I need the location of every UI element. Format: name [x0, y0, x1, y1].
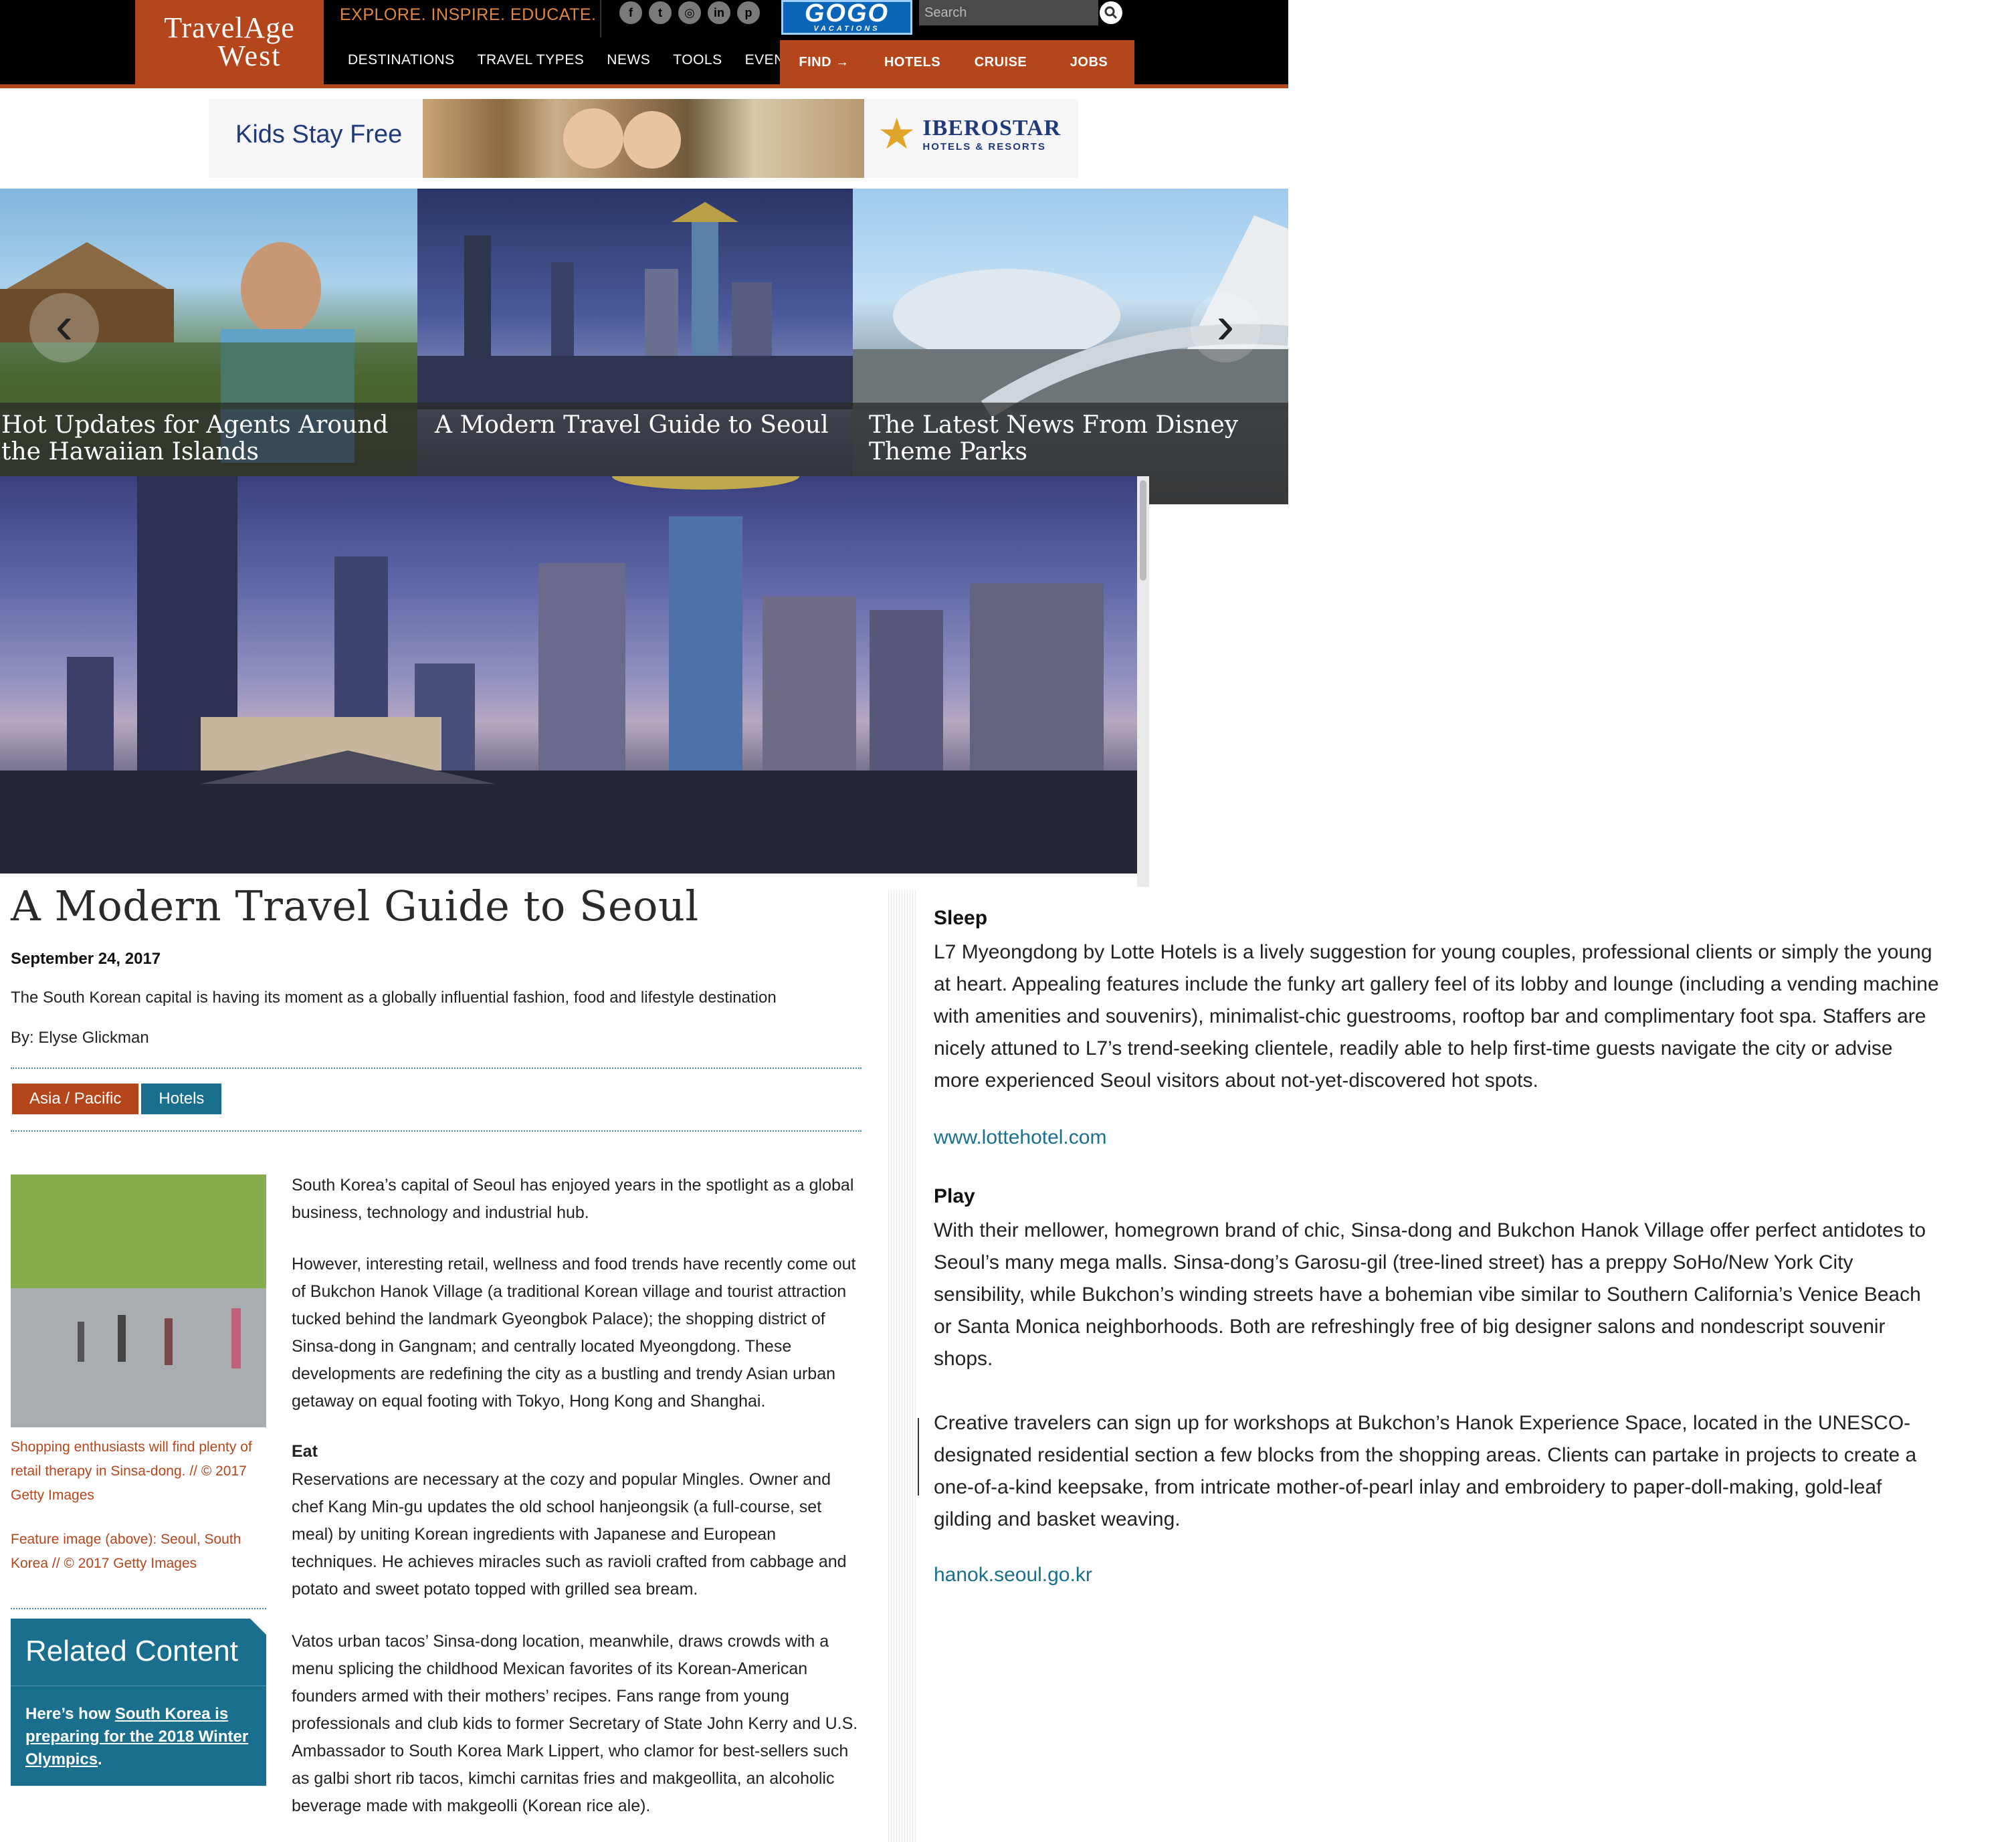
find-jobs[interactable]: JOBS — [1045, 55, 1133, 70]
divider — [11, 1608, 266, 1609]
find-bar: FIND → HOTELS CRUISE JOBS — [780, 40, 1134, 84]
ad-kid — [563, 108, 623, 169]
ad-headline: Kids Stay Free — [235, 120, 403, 148]
related-prefix: Here’s how — [25, 1705, 115, 1723]
section-heading-play: Play — [934, 1185, 975, 1207]
related-divider — [11, 1685, 266, 1686]
divider — [11, 1067, 862, 1069]
site-logo[interactable]: TravelAge West — [135, 0, 324, 84]
tag-asia-pacific[interactable]: Asia / Pacific — [12, 1084, 139, 1114]
hanok-link[interactable]: hanok.seoul.go.kr — [934, 1564, 1092, 1587]
feature-scrollbar[interactable] — [1137, 476, 1149, 887]
sponsor-name: GOGO — [804, 0, 890, 27]
feature-skyline — [0, 476, 1137, 874]
nav-news[interactable]: NEWS — [607, 52, 650, 68]
article-paragraph: However, interesting retail, wellness an… — [292, 1255, 856, 1411]
header-divider — [600, 0, 601, 37]
sponsor-logo[interactable]: GOGO VACATIONS — [781, 0, 912, 35]
article-title: A Modern Travel Guide to Seoul — [11, 882, 699, 930]
carousel-next-button[interactable]: › — [1191, 293, 1260, 363]
site-tagline: EXPLORE. INSPIRE. EDUCATE. — [340, 5, 597, 24]
article-paragraph: South Korea’s capital of Seoul has enjoy… — [292, 1176, 854, 1222]
search-input[interactable] — [919, 0, 1098, 25]
article-paragraph: Reservations are necessary at the cozy a… — [292, 1470, 847, 1599]
section-heading-eat: Eat — [292, 1442, 318, 1461]
quote-bar — [918, 1418, 919, 1496]
ad-brand-name: IBEROSTAR — [922, 115, 1062, 140]
feature-image — [0, 476, 1137, 874]
find-hotels[interactable]: HOTELS — [868, 55, 956, 70]
chevron-right-icon: › — [1216, 295, 1235, 354]
search-button[interactable] — [1100, 1, 1122, 24]
related-suffix: . — [98, 1750, 102, 1768]
street-photo — [11, 1174, 266, 1427]
logo-line2: West — [217, 39, 282, 72]
header-accent-stripe — [0, 84, 1288, 88]
section-heading-sleep: Sleep — [934, 907, 988, 929]
nav-destinations[interactable]: DESTINATIONS — [348, 52, 455, 68]
tag-hotels[interactable]: Hotels — [141, 1084, 222, 1114]
article-subtitle: The South Korean capital is having its m… — [11, 989, 777, 1007]
instagram-icon[interactable]: ◎ — [678, 1, 701, 24]
facebook-icon[interactable]: f — [619, 1, 642, 24]
related-text: Here’s how South Korea is preparing for … — [25, 1703, 260, 1771]
find-menu[interactable]: FIND → — [780, 55, 868, 70]
article-photo — [11, 1174, 266, 1427]
ad-brand-sub: HOTELS & RESORTS — [922, 140, 1046, 152]
article-paragraph: Vatos urban tacos’ Sinsa-dong location, … — [292, 1632, 858, 1815]
photo-caption: Shopping enthusiasts will find plenty of… — [11, 1439, 252, 1503]
article-paragraph: Creative travelers can sign up for works… — [934, 1412, 1917, 1530]
article-date: September 24, 2017 — [11, 950, 161, 968]
social-links: f t ◎ in p — [619, 1, 760, 24]
carousel-slide[interactable]: A Modern Travel Guide to Seoul — [417, 189, 853, 504]
column-divider — [888, 890, 918, 1842]
ad-brand-logo: ★ IBEROSTAR HOTELS & RESORTS — [878, 112, 1061, 155]
article-tags: Asia / Pacific Hotels — [12, 1084, 222, 1114]
related-heading: Related Content — [25, 1635, 238, 1667]
chevron-left-icon: ‹ — [55, 295, 74, 354]
pinterest-icon[interactable]: p — [737, 1, 760, 24]
ad-brand: IBEROSTAR HOTELS & RESORTS — [922, 116, 1061, 152]
article-paragraph: With their mellower, homegrown brand of … — [934, 1219, 1926, 1370]
ad-banner[interactable]: Kids Stay Free ★ IBEROSTAR HOTELS & RESO… — [209, 99, 1078, 178]
sponsor-sub: VACATIONS — [813, 25, 880, 33]
ad-kid — [623, 111, 681, 169]
search-icon — [1104, 6, 1118, 19]
site-header: TravelAge West EXPLORE. INSPIRE. EDUCATE… — [0, 0, 1288, 88]
carousel-prev-button[interactable]: ‹ — [29, 293, 99, 363]
twitter-icon[interactable]: t — [649, 1, 672, 24]
divider — [11, 1130, 862, 1132]
star-icon: ★ — [878, 110, 916, 158]
main-nav: DESTINATIONS TRAVEL TYPES NEWS TOOLS EVE… — [348, 52, 803, 68]
nav-tools[interactable]: TOOLS — [673, 52, 722, 68]
article-byline: By: Elyse Glickman — [11, 1029, 149, 1047]
lotte-hotel-link[interactable]: www.lottehotel.com — [934, 1126, 1106, 1149]
feature-image-caption: Feature image (above): Seoul, South Kore… — [11, 1532, 241, 1571]
find-cruise[interactable]: CRUISE — [956, 55, 1045, 70]
nav-travel-types[interactable]: TRAVEL TYPES — [478, 52, 585, 68]
scrollbar-thumb[interactable] — [1140, 480, 1146, 581]
corner-fold — [250, 1619, 266, 1635]
related-content-box: Related Content Here’s how South Korea i… — [11, 1619, 266, 1786]
linkedin-icon[interactable]: in — [708, 1, 730, 24]
article-paragraph: L7 Myeongdong by Lotte Hotels is a livel… — [934, 941, 1939, 1092]
ad-photo — [423, 99, 864, 178]
featured-carousel: Hot Updates for Agents Around the Hawaii… — [0, 189, 1288, 504]
logo-line1: TravelAge — [164, 11, 295, 45]
